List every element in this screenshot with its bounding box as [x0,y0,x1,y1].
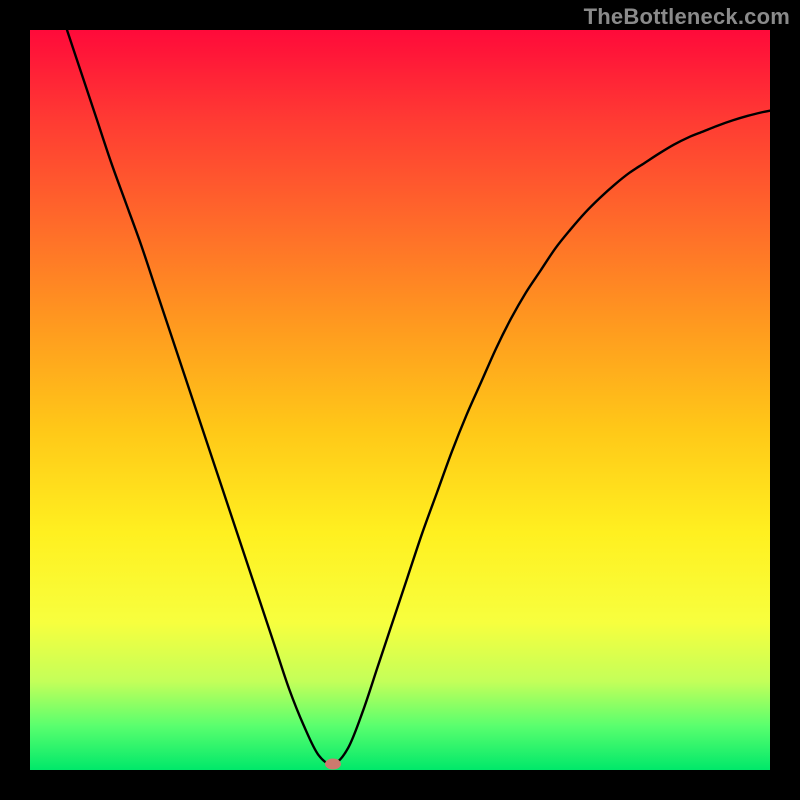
chart-frame: TheBottleneck.com [0,0,800,800]
watermark-text: TheBottleneck.com [584,4,790,30]
minimum-marker [325,759,341,770]
bottleneck-curve-path [67,30,770,764]
curve-svg [30,30,770,770]
plot-area [30,30,770,770]
